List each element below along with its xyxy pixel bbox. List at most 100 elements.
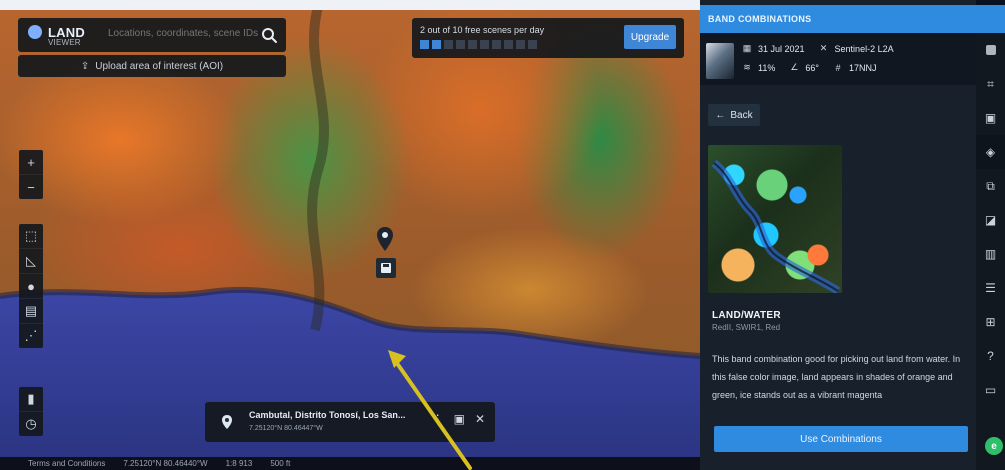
globe-icon <box>28 25 42 39</box>
map-scale: 1:8 913 <box>225 459 253 468</box>
search-icon <box>262 28 277 43</box>
calendar-icon: ▦ <box>742 43 752 53</box>
location-title: Cambutal, Distrito Tonosí, Los San... <box>249 410 406 420</box>
band-subtitle: RedII, SWIR1, Red <box>712 323 781 332</box>
panel-icon <box>985 45 996 55</box>
clock-icon: ◷ <box>25 416 37 431</box>
share-icon: ⋰ <box>24 328 38 343</box>
scene-available <box>444 40 453 49</box>
library-button[interactable]: ▤ <box>19 298 43 323</box>
location-pin-icon <box>222 415 232 429</box>
upgrade-button[interactable]: Upgrade <box>624 25 676 49</box>
scene-cloud: 11% <box>758 62 776 73</box>
band-description: This band combination good for picking o… <box>712 354 961 400</box>
upload-icon: ⇪ <box>80 60 90 72</box>
scene-available <box>456 40 465 49</box>
scene-used <box>420 40 429 49</box>
compare-icon: ⧉ <box>986 178 995 193</box>
rail-chat-button[interactable]: ▭ <box>976 373 1005 407</box>
measure-button[interactable]: ◺ <box>19 248 43 273</box>
rail-compare-button[interactable]: ⧉ <box>976 169 1005 203</box>
scene-used <box>432 40 441 49</box>
bar-chart-icon: ▮ <box>27 391 35 406</box>
image-icon: ▣ <box>984 111 997 125</box>
help-icon: ? <box>987 349 994 363</box>
rail-list-button[interactable]: ☰ <box>976 271 1005 305</box>
search-button[interactable] <box>258 24 280 46</box>
terms-link[interactable]: Terms and Conditions <box>28 459 105 468</box>
cursor-coords: 7.25120°N 80.46440°W <box>123 459 208 468</box>
location-coords: 7.25120°N 80.46447°W <box>249 425 323 432</box>
scene-info: ▦ 31 Jul 2021 ✕ Sentinel-2 L2A ≋ 11% ∠ 66° #… <box>700 33 976 85</box>
rail-help-button[interactable]: ? <box>976 339 1005 373</box>
more-options-icon[interactable]: ⋮ <box>432 412 444 426</box>
select-area-icon: ⬚ <box>24 228 38 243</box>
notification-badge[interactable]: e <box>985 437 1003 455</box>
free-scenes-label: 2 out of 10 free scenes per day <box>420 25 545 35</box>
search-input[interactable] <box>106 27 260 40</box>
right-icon-rail: ⌗ ▣ ◈ ⧉ ◪ ▥ ☰ ⊞ ? ▭ <box>976 33 1005 470</box>
scene-thumbnail[interactable] <box>706 43 734 79</box>
location-actions: ⋮ ▣ ✕ <box>432 412 485 426</box>
pin-draw-icon: ● <box>27 278 35 294</box>
tile-icon: # <box>835 62 841 73</box>
arrow-left-icon: ← <box>715 109 726 121</box>
scene-usage-bar <box>420 40 537 49</box>
location-card: Cambutal, Distrito Tonosí, Los San... 7.… <box>205 402 495 442</box>
band-preview-overlay <box>711 159 841 293</box>
upload-aoi-button[interactable]: ⇪ Upload area of interest (AOI) <box>18 55 286 77</box>
zoom-controls: + − <box>19 150 43 199</box>
close-icon[interactable]: ✕ <box>475 412 485 426</box>
scale-bar: 500 ft <box>270 459 291 468</box>
analysis-tools: ▮ ◷ <box>19 387 43 436</box>
chart-button[interactable]: ▮ <box>19 387 43 411</box>
scene-available <box>480 40 489 49</box>
rail-cart-button[interactable]: ⊞ <box>976 305 1005 339</box>
zoom-out-button[interactable]: − <box>19 174 43 199</box>
save-pin-button[interactable] <box>376 258 396 278</box>
scene-satellite: Sentinel-2 L2A <box>834 43 894 54</box>
scene-date: 31 Jul 2021 <box>758 43 805 54</box>
scene-available <box>504 40 513 49</box>
back-button[interactable]: ← Back <box>708 104 760 126</box>
map-tools: ⬚ ◺ ● ▤ ⋰ <box>19 224 43 348</box>
crop-icon: ⌗ <box>987 76 994 91</box>
list-icon: ☰ <box>985 281 996 295</box>
rail-panel-button[interactable] <box>976 33 1005 67</box>
band-title: LAND/WATER <box>712 310 781 321</box>
book-icon: ▤ <box>24 303 38 318</box>
rail-image-button[interactable]: ▣ <box>976 101 1005 135</box>
rail-stats-button[interactable]: ◪ <box>976 203 1005 237</box>
save-icon <box>381 263 391 273</box>
app-logo[interactable]: LAND VIEWER <box>28 25 85 47</box>
angle-icon: ∠ <box>790 62 799 72</box>
rail-chart-button[interactable]: ▥ <box>976 237 1005 271</box>
chart-icon: ▥ <box>984 247 997 261</box>
use-combinations-button[interactable]: Use Combinations <box>714 426 968 452</box>
free-scenes-card: 2 out of 10 free scenes per day Upgrade <box>412 18 684 58</box>
map-pin-icon[interactable] <box>376 226 394 252</box>
cloud-icon: ≋ <box>743 62 751 72</box>
select-area-button[interactable]: ⬚ <box>19 224 43 248</box>
satellite-icon: ✕ <box>819 43 828 53</box>
scene-available <box>528 40 537 49</box>
layers-icon: ◈ <box>985 145 996 159</box>
rail-layers-button[interactable]: ◈ <box>976 135 1005 169</box>
search-card: LAND VIEWER <box>18 18 286 52</box>
scene-available <box>468 40 477 49</box>
timeline-button[interactable]: ◷ <box>19 411 43 436</box>
browser-top-strip <box>0 0 700 10</box>
scene-available <box>492 40 501 49</box>
rail-crop-button[interactable]: ⌗ <box>976 67 1005 101</box>
ruler-icon: ◺ <box>26 253 36 268</box>
scene-tile: 17NNJ <box>848 62 877 73</box>
panel-title: BAND COMBINATIONS <box>700 5 1005 33</box>
zoom-in-button[interactable]: + <box>19 150 43 174</box>
scene-available <box>516 40 525 49</box>
stats-icon: ◪ <box>984 213 997 227</box>
share-button[interactable]: ⋰ <box>19 323 43 348</box>
draw-button[interactable]: ● <box>19 273 43 298</box>
chat-icon: ▭ <box>984 383 997 397</box>
upload-label: Upload area of interest (AOI) <box>95 60 224 72</box>
save-location-icon[interactable]: ▣ <box>454 412 465 426</box>
